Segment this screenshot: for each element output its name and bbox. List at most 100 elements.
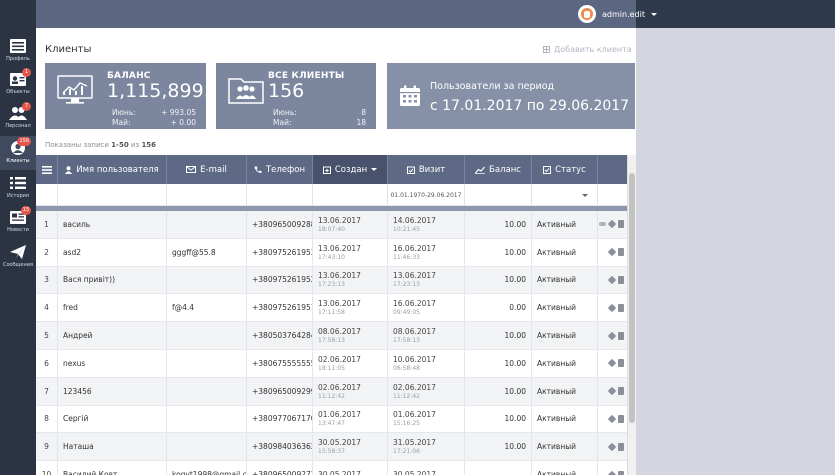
add-client-button[interactable]: Добавить клиента bbox=[543, 45, 632, 54]
cell-phone: +380965009277 bbox=[247, 461, 313, 475]
balance-card: БАЛАНС 1,115,899.98 Июнь: + 993.05 Май: … bbox=[45, 63, 234, 129]
cell-email bbox=[167, 405, 247, 433]
status-filter-select[interactable] bbox=[532, 184, 598, 206]
sidebar-item-profile[interactable]: Профиль bbox=[0, 34, 36, 68]
pencil-icon[interactable] bbox=[607, 442, 617, 452]
clients-row1-value: 8 bbox=[361, 108, 366, 117]
sidebar-item-news[interactable]: 13 Новости bbox=[0, 205, 36, 239]
cell-email bbox=[167, 349, 247, 377]
clients-icon: 156 bbox=[9, 137, 31, 156]
column-menu-button[interactable] bbox=[36, 155, 58, 184]
table-row[interactable]: 8 Сергій +380977067170 01.06.2017 13:47:47 01… bbox=[36, 405, 636, 434]
column-email[interactable]: E-mail bbox=[167, 155, 247, 184]
pencil-icon[interactable] bbox=[607, 470, 617, 475]
trash-icon[interactable] bbox=[618, 387, 624, 396]
created-filter-input[interactable] bbox=[313, 184, 388, 206]
table-row[interactable]: 7 123456 +380965009299 02.06.2017 11:12:42 02… bbox=[36, 377, 636, 406]
column-status[interactable]: Статус bbox=[532, 155, 598, 184]
envelope-icon bbox=[186, 166, 197, 173]
chevron-down-icon bbox=[650, 12, 657, 16]
cell-created-date: 13.06.2017 bbox=[318, 215, 361, 225]
row-number: 4 bbox=[36, 294, 58, 322]
sidebar-item-staff[interactable]: 7 Персонал bbox=[0, 101, 36, 135]
table-row[interactable]: 2 asd2 gggff@55.8 +380975261953 13.06.2017 17… bbox=[36, 238, 636, 267]
cell-email bbox=[167, 266, 247, 294]
table-row[interactable]: 10 Василий Ковт kogvt1998@gmail.c +38096500… bbox=[36, 461, 636, 475]
cell-visit-time: 17:58:13 bbox=[393, 337, 420, 345]
column-created[interactable]: Создан bbox=[313, 155, 388, 184]
balance-row2-value: + 0.00 bbox=[170, 118, 196, 127]
sidebar-item-label: Персонал bbox=[5, 123, 31, 129]
cell-status: Активный bbox=[532, 211, 598, 238]
column-visit[interactable]: Визит bbox=[388, 155, 465, 184]
row-number: 6 bbox=[36, 349, 58, 377]
cell-created-time: 17:43:10 bbox=[318, 253, 345, 261]
trash-icon[interactable] bbox=[618, 275, 624, 284]
user-icon bbox=[65, 165, 73, 174]
sidebar-item-history[interactable]: История bbox=[0, 171, 36, 205]
pencil-icon[interactable] bbox=[607, 414, 617, 424]
paperclip-icon[interactable] bbox=[599, 222, 606, 227]
balance-filter-input[interactable] bbox=[465, 184, 532, 206]
table-row[interactable]: 1 василь +380965009288 13.06.2017 18:07:40 14… bbox=[36, 211, 636, 239]
sidebar-item-clients[interactable]: 156 Клиенты bbox=[0, 136, 36, 170]
trash-icon[interactable] bbox=[618, 220, 624, 229]
pencil-icon[interactable] bbox=[607, 331, 617, 340]
user-name: admin.edit bbox=[602, 9, 645, 19]
trash-icon[interactable] bbox=[618, 248, 624, 257]
pencil-icon[interactable] bbox=[607, 386, 617, 396]
cell-visit: 14.06.2017 10:21:45 bbox=[388, 211, 465, 238]
sidebar-item-label: Новости bbox=[7, 227, 29, 233]
sidebar-badge: 156 bbox=[17, 137, 31, 146]
clients-row1-label: Июнь: bbox=[273, 108, 297, 117]
table-row[interactable]: 6 nexus +380675555555 02.06.2017 18:11:05 10.… bbox=[36, 349, 636, 378]
trash-icon[interactable] bbox=[618, 359, 624, 368]
cell-created: 13.06.2017 17:11:58 bbox=[313, 294, 388, 322]
visit-filter-input[interactable]: 01.01.1970-29.06.2017 bbox=[388, 184, 465, 206]
trash-icon[interactable] bbox=[618, 303, 624, 312]
row-number: 7 bbox=[36, 377, 58, 405]
scrollbar-thumb[interactable] bbox=[629, 173, 635, 423]
table-row[interactable]: 3 Вася привіт)) +380975261952 13.06.2017 17:… bbox=[36, 266, 636, 295]
cell-visit-date: 30.05.2017 bbox=[393, 469, 436, 475]
line-chart-icon bbox=[475, 166, 486, 174]
cell-balance: 10.00 bbox=[465, 266, 532, 294]
cell-balance: 10.00 bbox=[465, 211, 532, 238]
table-row[interactable]: 4 fred f@4.4 +380975261951 13.06.2017 17:11:5… bbox=[36, 294, 636, 323]
cell-status: Активный bbox=[532, 377, 598, 405]
column-phone[interactable]: Телефон bbox=[247, 155, 313, 184]
cell-email: kogvt1998@gmail.c bbox=[167, 461, 247, 475]
sidebar-item-objects[interactable]: 1 Объекты bbox=[0, 67, 36, 101]
page-title: Клиенты bbox=[45, 44, 92, 55]
cell-balance: 10.00 bbox=[465, 322, 532, 349]
column-balance[interactable]: Баланс bbox=[465, 155, 532, 184]
pencil-icon[interactable] bbox=[607, 275, 617, 285]
pencil-icon[interactable] bbox=[607, 247, 617, 257]
phone-filter-input[interactable] bbox=[247, 184, 313, 206]
monitor-chart-icon bbox=[57, 75, 93, 104]
top-bar-panel bbox=[36, 0, 636, 28]
column-username[interactable]: Имя пользователя bbox=[58, 155, 167, 184]
user-menu[interactable]: admin.edit bbox=[578, 4, 657, 24]
clients-card: ВСЕ КЛИЕНТЫ 156 Июнь: 8 Май: 18 bbox=[216, 63, 376, 129]
pencil-icon[interactable] bbox=[607, 359, 617, 368]
period-card[interactable]: Пользователи за период с 17.01.2017 по 2… bbox=[387, 63, 635, 129]
email-filter-input[interactable] bbox=[167, 184, 247, 206]
trash-icon[interactable] bbox=[618, 470, 624, 475]
trash-icon[interactable] bbox=[618, 442, 624, 451]
pencil-icon[interactable] bbox=[607, 220, 617, 229]
row-number: 10 bbox=[36, 461, 58, 475]
news-icon: 13 bbox=[9, 206, 31, 225]
table-row[interactable]: 5 Андрей +380503764284 08.06.2017 17:58:13 08… bbox=[36, 322, 636, 350]
cell-username: 123456 bbox=[58, 377, 167, 405]
cell-created-date: 02.06.2017 bbox=[318, 382, 361, 392]
trash-icon[interactable] bbox=[618, 331, 624, 340]
trash-icon[interactable] bbox=[618, 414, 624, 423]
cell-username: василь bbox=[58, 211, 167, 238]
cell-status: Активный bbox=[532, 461, 598, 475]
sidebar-item-messages[interactable]: Сообщения bbox=[0, 240, 36, 274]
table-row[interactable]: 9 Наташа +380984036362 30.05.2017 15:58:37 31… bbox=[36, 433, 636, 462]
pencil-icon[interactable] bbox=[607, 303, 617, 313]
scrollbar[interactable] bbox=[627, 155, 636, 475]
username-filter-input[interactable] bbox=[58, 184, 167, 206]
